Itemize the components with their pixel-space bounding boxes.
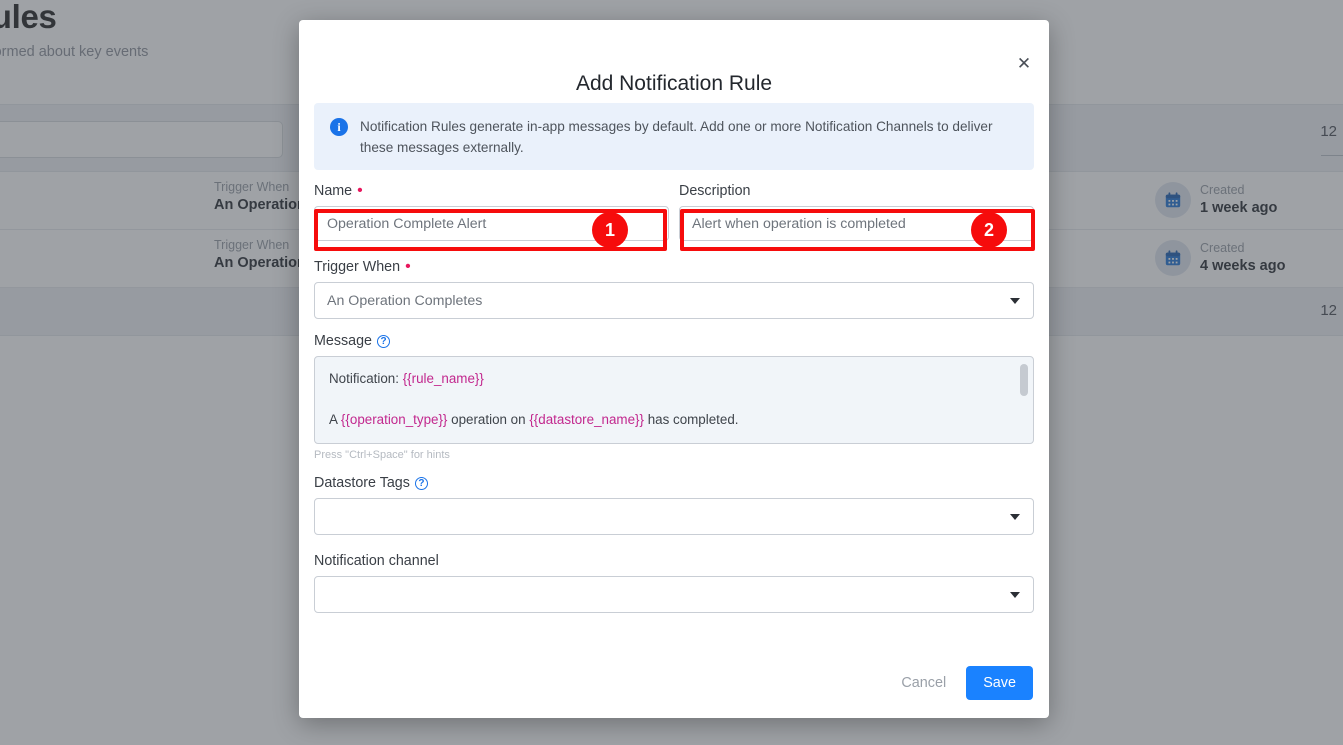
message-line2-b: operation on bbox=[447, 412, 530, 427]
chevron-down-icon bbox=[1010, 591, 1020, 598]
description-label: Description bbox=[679, 183, 751, 199]
info-banner-text: Notification Rules generate in-app messa… bbox=[360, 119, 993, 155]
notification-channel-label: Notification channel bbox=[314, 553, 439, 569]
add-notification-rule-dialog: ✕ Add Notification Rule i Notification R… bbox=[299, 20, 1049, 718]
message-line1-prefix: Notification: bbox=[329, 371, 403, 386]
message-line2-a: A bbox=[329, 412, 341, 427]
name-label: Name bbox=[314, 183, 353, 199]
required-marker-icon: • bbox=[357, 182, 363, 199]
datastore-tags-label-wrap: Datastore Tags ? bbox=[314, 475, 1034, 491]
dialog-title: Add Notification Rule bbox=[575, 72, 773, 95]
trigger-when-value: An Operation Completes bbox=[327, 292, 483, 309]
message-token-operation-type: {{operation_type}} bbox=[340, 412, 448, 427]
message-line-1: Notification: {{rule_name}} bbox=[329, 369, 1019, 388]
notification-channel-label-wrap: Notification channel bbox=[314, 553, 1034, 569]
notification-channel-select[interactable] bbox=[314, 576, 1034, 613]
message-group: Message ? Notification: {{rule_name}} A … bbox=[314, 333, 1034, 461]
description-input[interactable] bbox=[679, 206, 1034, 241]
dialog-footer: Cancel Save bbox=[887, 666, 1033, 700]
trigger-when-select[interactable]: An Operation Completes bbox=[314, 282, 1034, 319]
chevron-down-icon bbox=[1010, 297, 1020, 304]
trigger-when-group: Trigger When • An Operation Completes bbox=[314, 259, 1034, 319]
message-label-wrap: Message ? bbox=[314, 333, 1034, 349]
help-icon[interactable]: ? bbox=[377, 334, 391, 348]
message-label: Message bbox=[314, 333, 373, 349]
help-icon[interactable]: ? bbox=[414, 476, 428, 490]
message-scrollbar[interactable] bbox=[1020, 364, 1028, 396]
name-label-wrap: Name • bbox=[314, 182, 669, 200]
name-input[interactable] bbox=[314, 206, 669, 241]
info-icon: i bbox=[330, 118, 348, 136]
datastore-tags-label: Datastore Tags bbox=[314, 475, 410, 491]
description-field-group: Description bbox=[679, 183, 1034, 241]
save-button[interactable]: Save bbox=[966, 666, 1033, 700]
datastore-tags-group: Datastore Tags ? bbox=[314, 475, 1034, 535]
description-label-wrap: Description bbox=[679, 183, 1034, 199]
name-field-group: Name • bbox=[314, 183, 669, 241]
notification-channel-group: Notification channel bbox=[314, 553, 1034, 613]
datastore-tags-select[interactable] bbox=[314, 498, 1034, 535]
message-token-datastore-name: {{datastore_name}} bbox=[529, 412, 644, 427]
trigger-when-label: Trigger When bbox=[314, 259, 401, 275]
message-editor[interactable]: Notification: {{rule_name}} A {{operatio… bbox=[314, 356, 1034, 444]
trigger-when-label-wrap: Trigger When • bbox=[314, 258, 1034, 276]
message-line2-c: has completed. bbox=[643, 412, 739, 427]
message-token-rule-name: {{rule_name}} bbox=[402, 371, 484, 386]
rule-form: Name • Description Trigger When • An Ope… bbox=[314, 183, 1034, 613]
message-hint: Press "Ctrl+Space" for hints bbox=[314, 449, 450, 461]
chevron-down-icon bbox=[1010, 513, 1020, 520]
cancel-button[interactable]: Cancel bbox=[887, 666, 960, 700]
name-description-row: Name • Description bbox=[314, 183, 1034, 241]
required-marker-icon: • bbox=[405, 258, 411, 275]
info-banner: i Notification Rules generate in-app mes… bbox=[314, 103, 1034, 170]
message-line-2: A {{operation_type}} operation on {{data… bbox=[329, 410, 1019, 429]
